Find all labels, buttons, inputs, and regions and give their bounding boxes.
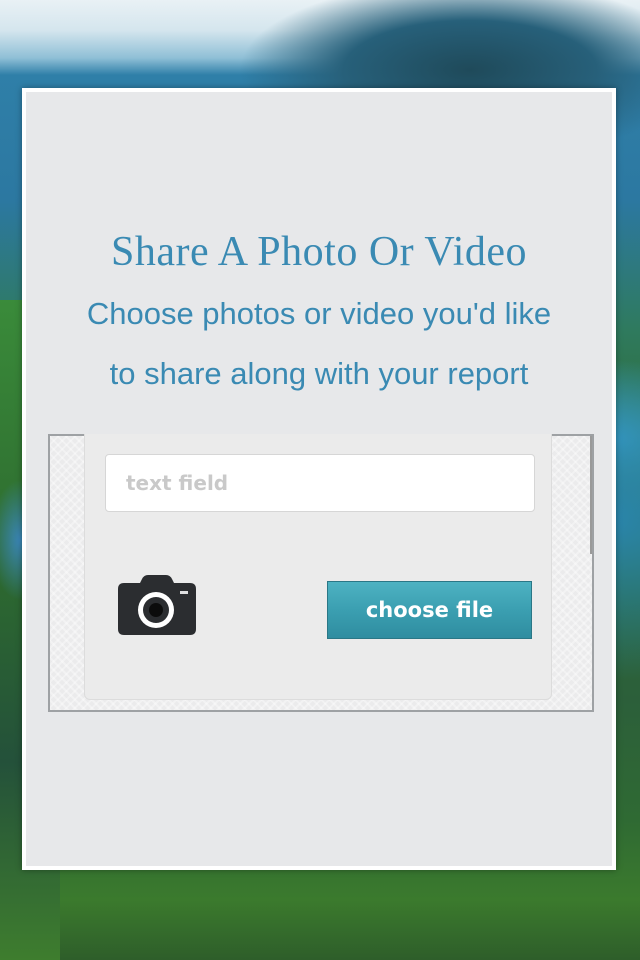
subtitle-line-1: Choose photos or video you'd like (86, 296, 552, 331)
upload-card-content: choose file (84, 434, 552, 700)
camera-icon[interactable] (118, 575, 196, 635)
upload-card: choose file (48, 434, 594, 712)
choose-file-button[interactable]: choose file (327, 581, 532, 639)
scrollbar[interactable] (590, 436, 592, 554)
share-panel: Share A Photo Or Video Choose photos or … (22, 88, 616, 870)
text-field-input[interactable] (105, 454, 535, 512)
subtitle-line-2: to share along with your report (109, 356, 529, 391)
page-title: Share A Photo Or Video (110, 229, 528, 275)
